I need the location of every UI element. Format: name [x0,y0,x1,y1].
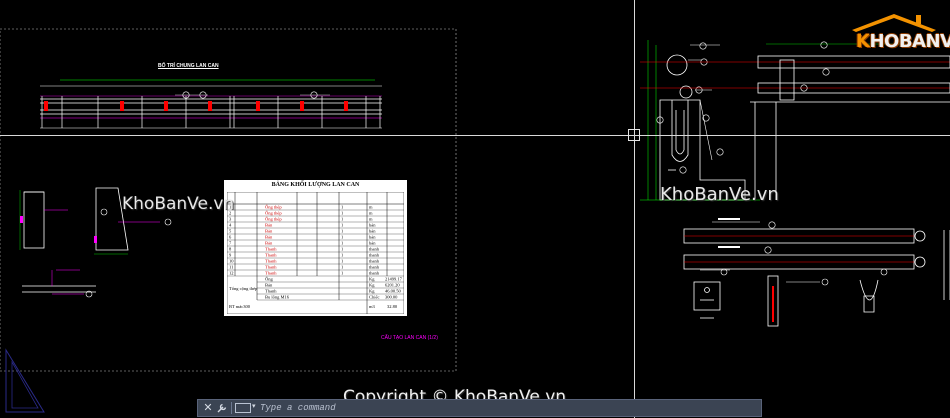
table-cell: thanh [369,259,380,264]
crosshair-pickbox [628,129,640,141]
table-cell: 9 [229,253,232,258]
table-cell: Thanh [265,253,277,258]
table-cell: 10 [229,259,234,264]
totals-cell: Kg [369,277,375,282]
table-cell: m [369,217,373,222]
railing-section [640,40,760,201]
totals-cell: Thanh [265,289,277,294]
totals-label: Tổng cộng thép [229,286,258,291]
table-title: BẢNG KHỐI LƯỢNG LAN CAN [271,182,360,188]
table-cell: Bản [265,235,273,240]
table-cell: Thanh [265,259,277,264]
table-cell: Ống thép [265,211,282,216]
totals-cell: Bản [265,283,273,288]
table-cell: 11 [229,265,233,270]
table-cell: 1 [341,223,343,228]
table-cell: 1 [341,211,343,216]
table-cell: thanh [369,247,380,252]
table-cell: 12 [229,271,234,276]
khobanve-logo: KHOBANVE [846,12,950,52]
table-cell: 4 [229,223,232,228]
table-cell: 1 [341,205,343,210]
totals-cell: 21499.17 [385,277,403,282]
table-cell: Ống thép [265,217,282,222]
railing-elevation [40,79,382,129]
table-cell: 1 [341,229,343,234]
footer-cell: 32.80 [387,304,398,309]
logo-text: KHOBANVE [856,31,950,52]
table-cell: Thanh [265,247,277,252]
totals-cell: Ống [265,277,273,282]
sub-caption: CẤU TẠO LAN CAN (1/2) [381,335,438,341]
sheet-title: BỐ TRÍ CHUNG LAN CAN [158,63,219,69]
railing-side-elevation [640,41,950,200]
table-cell: Bản [265,241,273,246]
table-cell: 1 [341,259,343,264]
footer-cell: m3 [369,304,376,309]
table-cell: 1 [341,247,343,252]
table-cell: 7 [229,241,232,246]
table-cell: Thanh [265,271,277,276]
table-cell: 1 [341,265,343,270]
table-cell: m [369,205,373,210]
dropdown-arrow-icon[interactable]: ▾ [252,402,256,410]
command-line[interactable]: ✕ ▾ [197,399,762,417]
table-cell: 6 [229,235,232,240]
totals-cell: 46.00.50 [385,289,402,294]
customize-wrench-icon[interactable] [216,402,228,414]
table-cell: 3 [229,217,232,222]
totals-cell: Kg [369,289,375,294]
table-cell: Bản [265,223,273,228]
table-cell: 1 [341,253,343,258]
totals-cell: Chiếc [369,295,380,300]
tube-details [683,218,950,300]
totals-cell: 300.00 [385,295,398,300]
table-cell: Ống thép [265,205,282,210]
base-detail [22,269,96,298]
crosshair-horizontal [0,135,950,136]
ucs-icon [5,348,45,413]
drawing-canvas[interactable]: BỐ TRÍ CHUNG LAN CAN CẤU TẠO LAN CAN (1/… [0,0,950,418]
command-history-icon[interactable] [235,403,251,413]
table-cell: bản [369,235,376,240]
table-cell: 1 [341,235,343,240]
table-cell: 1 [341,217,343,222]
totals-cell: 6201.20 [385,283,400,288]
table-cell: thanh [369,265,380,270]
table-cell: 5 [229,229,232,234]
table-cell: Bản [265,229,273,234]
footer-cell: BT mác300 [229,304,251,309]
totals-cell: Kg [369,283,375,288]
divider [231,402,232,414]
table-cell: bản [369,241,376,246]
table-cell: thanh [369,271,380,276]
post-detail-1 [19,190,68,250]
command-input[interactable] [260,401,750,415]
quantity-table: BẢNG KHỐI LƯỢNG LAN CAN 1 Ống thép 1 m 2 Ống … [224,180,407,316]
bracket-details [693,268,888,327]
watermark: KhoBanVe.vn [122,194,235,214]
watermark: KhoBanVe.vn [660,184,779,205]
table-grid: 1 Ống thép 1 m2 Ống thép 1 m3 Ống thép 1 m4 Bản 1 bả… [227,192,404,314]
table-cell: 1 [341,271,343,276]
totals-cell: Bu lông M16 [265,295,290,300]
table-cell: Thanh [265,265,277,270]
table-cell: bản [369,229,376,234]
table-cell: thanh [369,253,380,258]
crosshair-vertical [634,0,635,418]
table-cell: 8 [229,247,232,252]
close-icon[interactable]: ✕ [202,402,214,414]
table-cell: m [369,211,373,216]
table-cell: bản [369,223,376,228]
table-cell: 1 [341,241,343,246]
